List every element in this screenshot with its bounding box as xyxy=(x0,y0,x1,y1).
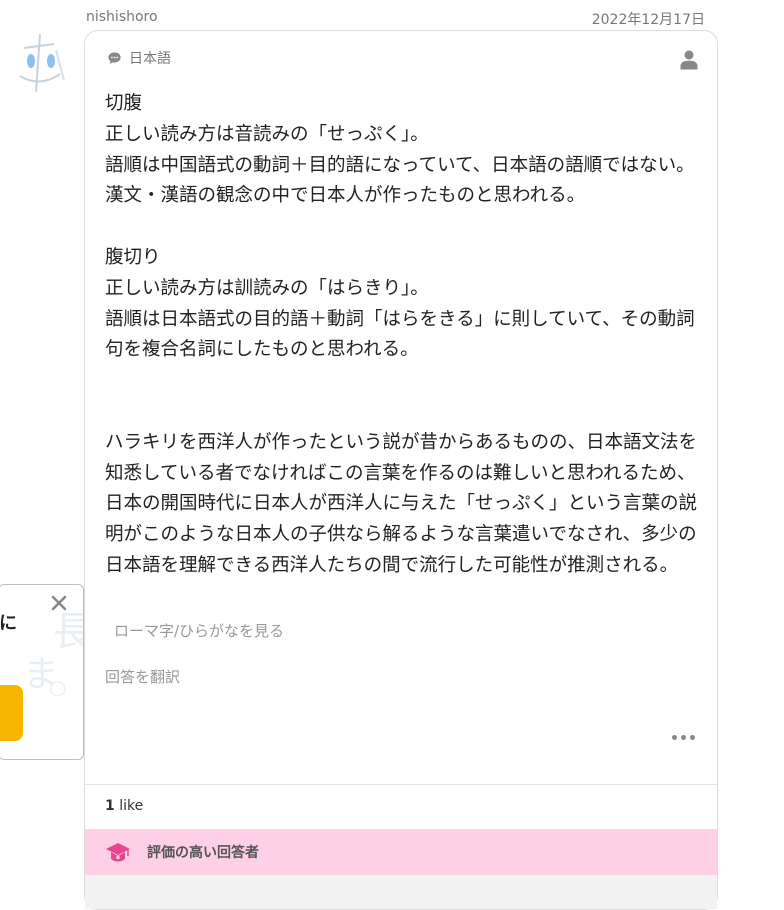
answer-paragraph: ハラキリを西洋人が作ったという説が昔からあるものの、日本語文法を知悉している者で… xyxy=(105,431,698,576)
answer-paragraph: 切腹 xyxy=(105,93,143,114)
like-number: 1 xyxy=(105,798,115,814)
high-rated-answerer-badge: 評価の高い回答者 xyxy=(85,829,717,875)
like-label: like xyxy=(119,798,144,814)
user-avatar[interactable] xyxy=(6,30,72,96)
answer-language: 日本語 xyxy=(107,48,171,68)
answer-username[interactable]: nishishoro xyxy=(86,9,158,25)
popup-action-button[interactable] xyxy=(0,685,23,741)
answer-paragraph: 語順は日本語式の目的語＋動詞「はらをきる」に則していて、その動詞句を複合名詞にし… xyxy=(105,308,695,361)
like-count[interactable]: 1 like xyxy=(105,798,143,814)
speech-bubble-icon xyxy=(108,51,121,64)
answer-body: 切腹 正しい読み方は音読みの「せっぷく」。 語順は中国語式の動詞＋目的語になって… xyxy=(105,89,705,582)
badge-label: 評価の高い回答者 xyxy=(147,845,259,861)
answer-card: 日本語 切腹 正しい読み方は音読みの「せっぷく」。 語順は中国語式の動詞＋目的語… xyxy=(84,30,718,910)
answer-paragraph: 腹切り xyxy=(105,246,161,268)
more-options-button[interactable] xyxy=(672,735,695,740)
answer-date: 2022年12月17日 xyxy=(591,12,705,28)
graduation-cap-icon xyxy=(106,843,130,862)
answer-paragraph: 正しい読み方は音読みの「せっぷく」。 xyxy=(105,123,429,145)
divider xyxy=(85,784,717,785)
language-label: 日本語 xyxy=(129,51,171,67)
more-dots-icon xyxy=(672,735,677,740)
promo-popup: 長 ま ○ に xyxy=(0,584,84,760)
romaji-hiragana-link[interactable]: ローマ字/ひらがなを見る xyxy=(114,620,284,641)
close-icon[interactable] xyxy=(49,593,69,613)
footer-area xyxy=(85,875,717,909)
user-icon[interactable] xyxy=(680,50,698,70)
answer-paragraph: 語順は中国語式の動詞＋目的語になっていて、日本語の語順ではない。漢文・漢語の観念… xyxy=(105,154,695,207)
popup-text: に xyxy=(0,613,17,634)
translate-answer-link[interactable]: 回答を翻訳 xyxy=(105,666,180,687)
answer-paragraph: 正しい読み方は訓読みの「はらきり」。 xyxy=(105,277,429,299)
